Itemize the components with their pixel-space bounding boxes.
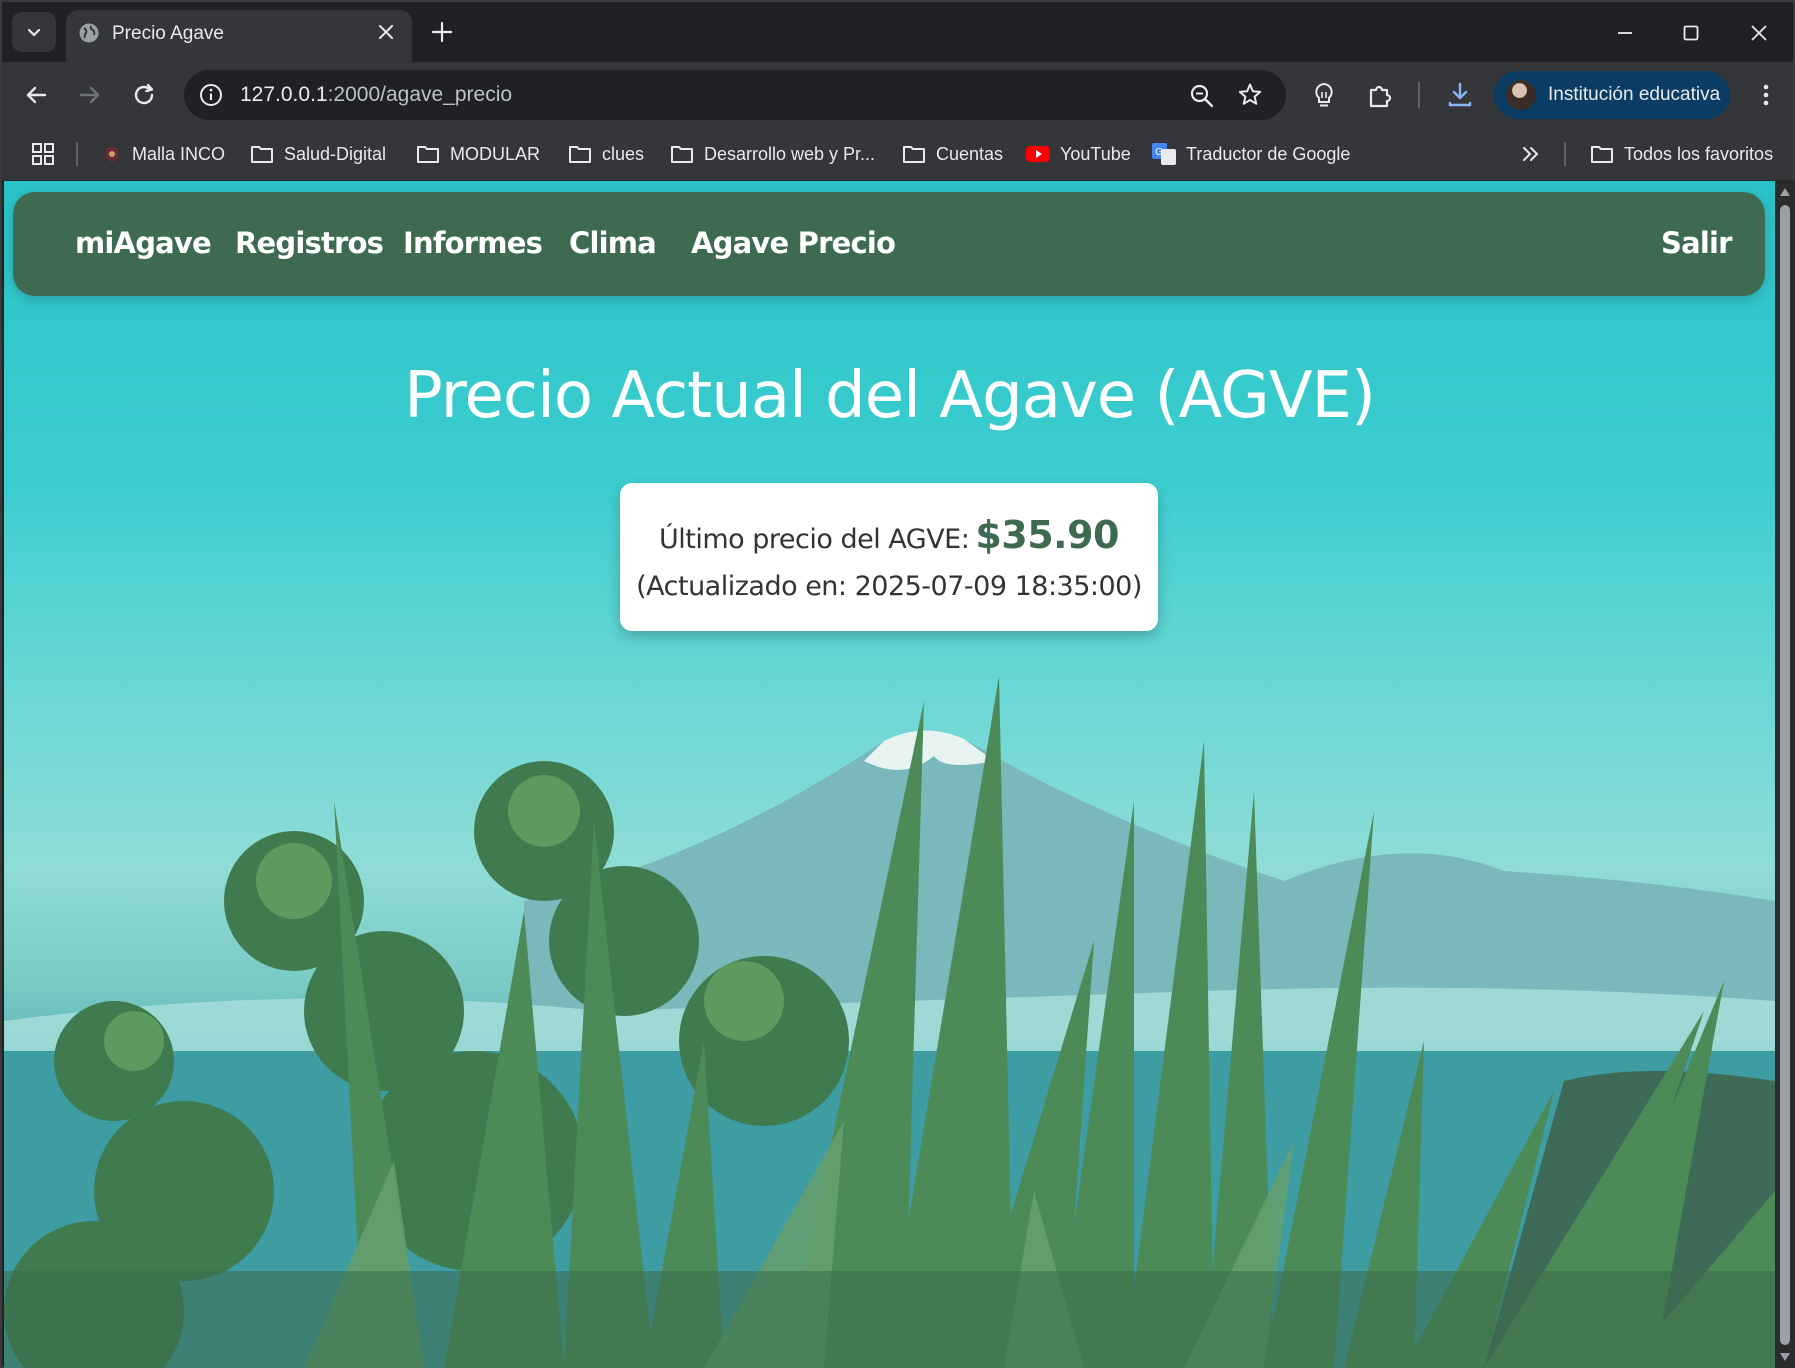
bookmarks-divider [1564,142,1566,166]
url-host: 127.0.0.1 [240,83,328,106]
close-icon[interactable] [374,20,398,44]
more-menu-icon[interactable] [1750,79,1782,111]
tab-strip: Precio Agave [2,2,1793,62]
page-title: Precio Actual del Agave (AGVE) [404,359,1376,433]
folder-icon [251,146,273,163]
nav-link-clima[interactable]: Clima [569,226,657,260]
globe-icon [79,23,99,43]
back-arrow-icon[interactable] [20,79,52,111]
bookmarks-bar: Malla INCO Salud-Digital MODULAR clues D… [2,128,1793,181]
bookmark-label: Salud-Digital [284,143,387,164]
puzzle-extensions-icon[interactable] [1364,79,1396,111]
bookmark-malla-inco[interactable]: Malla INCO [102,140,225,168]
nav-link-registros[interactable]: Registros [235,226,384,260]
zoom-out-icon[interactable] [1188,82,1216,110]
bookmark-modular[interactable]: MODULAR [416,140,540,168]
folder-icon [569,146,591,163]
maximize-icon[interactable] [1676,18,1706,48]
folder-icon [903,146,925,163]
updated-timestamp: (Actualizado en: 2025-07-09 18:35:00) [636,571,1142,602]
bookmark-clues[interactable]: clues [568,140,644,168]
nav-link-agave-precio[interactable]: Agave Precio [691,226,896,260]
bookmark-google-translate[interactable]: G Traductor de Google [1152,140,1350,168]
minimize-icon[interactable] [1610,18,1640,48]
url-text[interactable]: 127.0.0.1:2000/agave_precio [240,83,512,107]
site-info-icon[interactable] [198,82,224,108]
browser-window: Precio Agave 127.0.0.1:2000/agave_precio… [0,0,1795,1368]
bookmark-label: Desarrollo web y Pr... [704,143,876,164]
bookmark-cuentas[interactable]: Cuentas [902,140,1003,168]
plus-icon[interactable] [426,16,458,48]
nav-brand-miagave[interactable]: miAgave [75,226,212,260]
avatar [1506,80,1536,110]
bookmark-label: clues [602,143,645,164]
bookmark-star-icon[interactable] [1236,81,1264,109]
google-translate-icon: G [1152,143,1176,165]
price-card: Último precio del AGVE: $35.90 (Actualiza… [620,483,1158,631]
bookmark-all-favorites[interactable]: Todos los favoritos [1590,140,1773,168]
bookmark-label: YouTube [1060,143,1131,164]
main-navbar: miAgave Registros Informes Clima Agave P… [13,192,1765,296]
youtube-icon [1026,146,1050,162]
chevrons-right-icon[interactable] [1520,144,1542,164]
bookmark-label: Traductor de Google [1186,143,1351,164]
tab-title: Precio Agave [112,23,224,44]
scroll-down-arrow-icon[interactable] [1779,1352,1791,1362]
price-label: Último precio del AGVE: [659,524,970,555]
bookmarks-divider [76,142,78,166]
profile-label: Institución educativa [1548,84,1721,105]
browser-toolbar: 127.0.0.1:2000/agave_precio Institución … [2,62,1793,128]
bookmark-label: Malla INCO [132,143,226,164]
address-bar[interactable]: 127.0.0.1:2000/agave_precio [184,70,1286,120]
site-favicon-icon [106,146,118,162]
bookmark-desarrollo-web[interactable]: Desarrollo web y Pr... [670,140,875,168]
url-path: :2000/agave_precio [327,83,513,106]
folder-icon [1591,146,1613,163]
scroll-up-arrow-icon[interactable] [1779,187,1791,197]
folder-icon [671,146,693,163]
page-viewport: miAgave Registros Informes Clima Agave P… [4,181,1775,1368]
profile-button[interactable]: Institución educativa [1494,71,1730,119]
window-close-icon[interactable] [1744,18,1774,48]
tab-search-button[interactable] [12,12,56,52]
bookmark-label: Cuentas [936,143,1004,164]
bookmark-salud-digital[interactable]: Salud-Digital [250,140,386,168]
chevron-down-icon [27,28,41,37]
scrollbar-thumb[interactable] [1780,205,1790,1345]
nav-logout-salir[interactable]: Salir [1661,226,1732,260]
toolbar-divider [1418,82,1420,108]
nav-link-informes[interactable]: Informes [403,226,543,260]
svg-text:G: G [1155,147,1163,158]
lightbulb-extension-icon[interactable] [1308,79,1340,111]
active-tab[interactable]: Precio Agave [66,10,412,62]
price-value: $35.90 [975,513,1119,557]
vertical-scrollbar[interactable] [1775,181,1795,1368]
bookmark-label: MODULAR [450,143,541,164]
folder-icon [417,146,439,163]
bookmark-label: Todos los favoritos [1624,143,1774,164]
download-icon[interactable] [1444,79,1476,111]
bookmark-youtube[interactable]: YouTube [1026,140,1131,168]
forward-arrow-icon[interactable] [74,79,106,111]
price-line: Último precio del AGVE: $35.90 [620,513,1158,557]
apps-grid-icon[interactable] [30,141,56,167]
reload-icon[interactable] [128,79,160,111]
